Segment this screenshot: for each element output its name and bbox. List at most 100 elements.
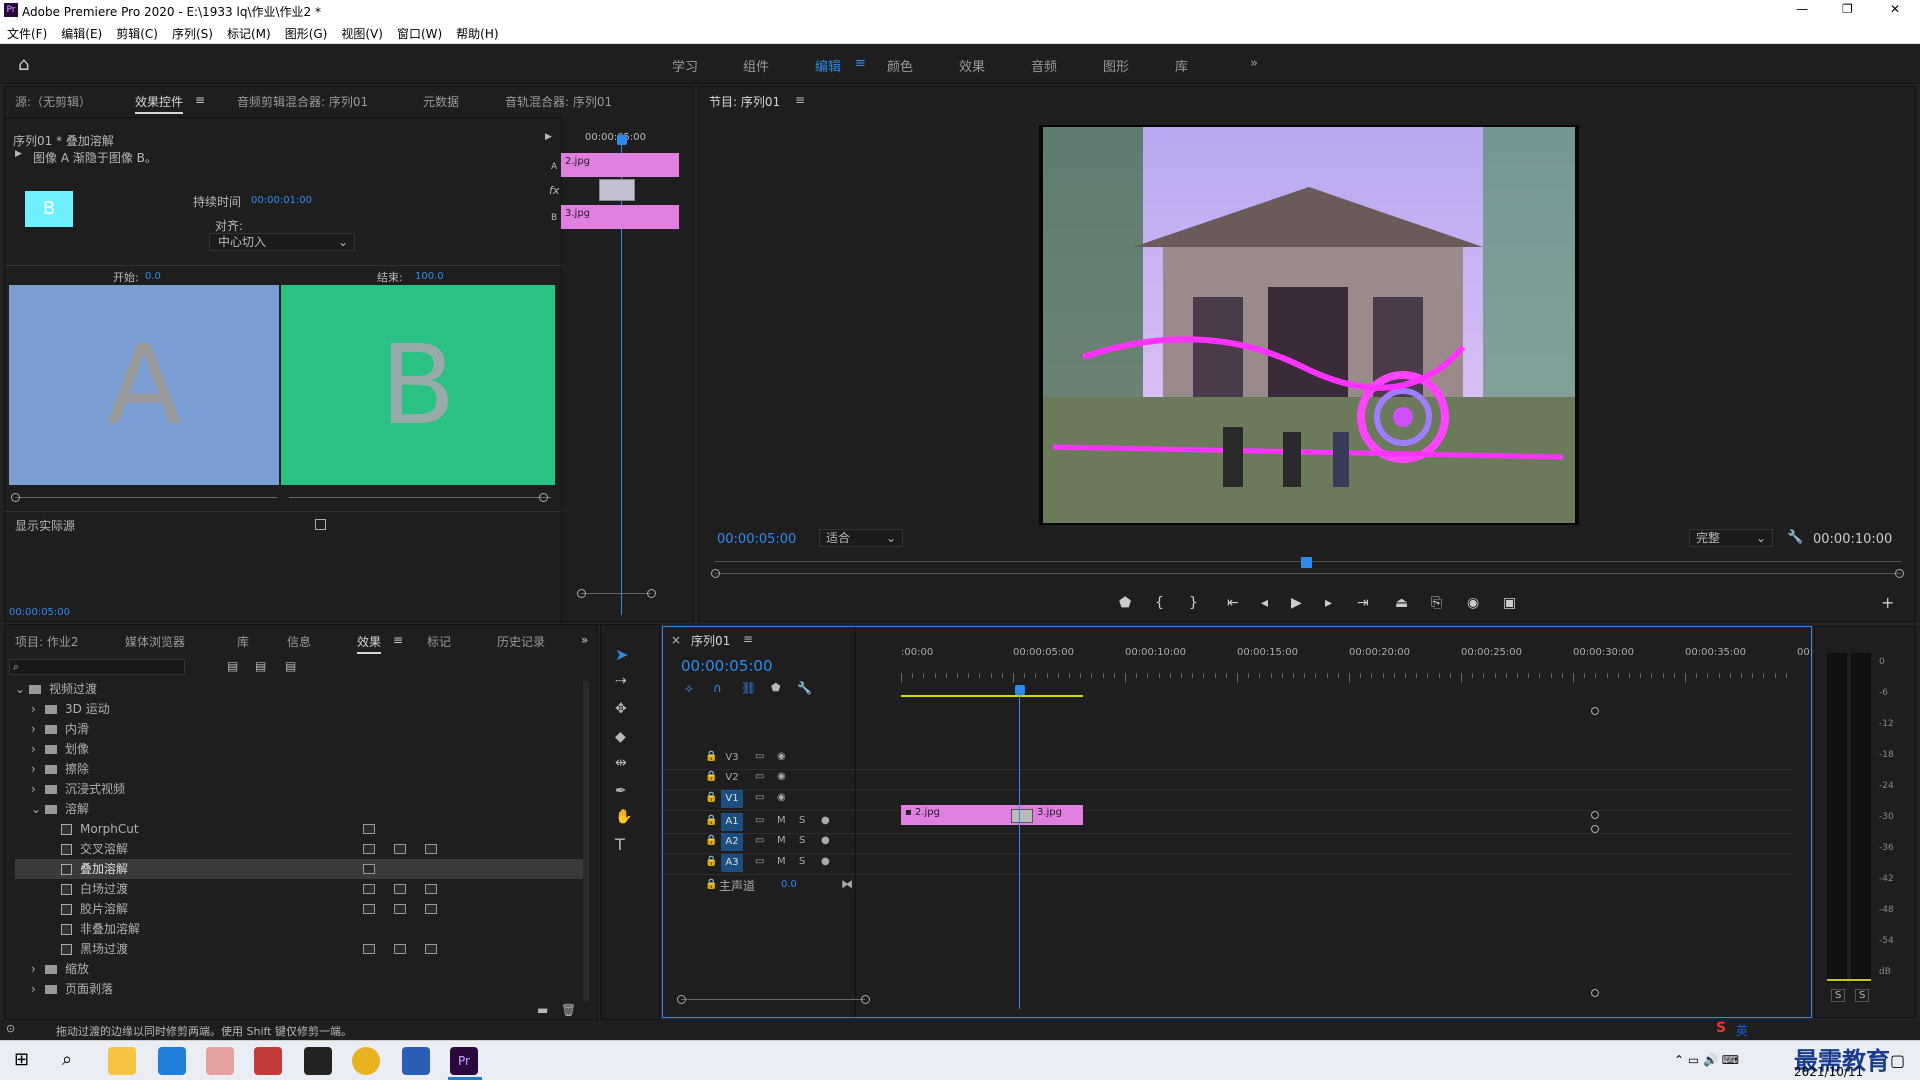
mute-button[interactable]: M [777,835,786,846]
terminal-icon[interactable] [304,1047,332,1075]
lock-track-icon[interactable]: 🔒 [705,792,717,803]
chevron-down-icon[interactable]: ⌄ [31,799,45,819]
work-area-bar[interactable] [901,695,1083,697]
sync-lock-icon[interactable]: ▭ [755,751,764,762]
new-bin-icon[interactable]: ▬ [537,1003,548,1017]
chevron-right-icon[interactable]: › [31,979,45,999]
ripple-edit-tool-icon[interactable]: ✥ [615,701,627,717]
workspace-assembly[interactable]: 组件 [743,56,769,75]
menu-clip[interactable]: 剪辑(C) [109,22,165,45]
comparison-view-icon[interactable]: ▣ [1503,595,1516,611]
chrome-icon[interactable] [352,1047,380,1075]
play-icon[interactable]: ▶ [1291,595,1302,611]
lock-track-icon[interactable]: 🔒 [705,856,717,867]
tab-effect-controls[interactable]: 效果控件 [135,93,184,114]
lock-track-icon[interactable]: 🔒 [705,835,717,846]
minimize-button[interactable]: — [1796,2,1808,16]
workspace-editing[interactable]: 编辑 [815,56,841,75]
lock-track-icon[interactable]: 🔒 [705,771,717,782]
extract-icon[interactable]: ⎘ [1431,595,1442,611]
effects-folder[interactable]: › 内滑 [15,719,585,739]
go-to-in-icon[interactable]: ⇤ [1227,595,1239,611]
tab-audio-clip-mixer[interactable]: 音频剪辑混合器: 序列01 [237,93,368,110]
menu-graphics[interactable]: 图形(G) [278,22,335,45]
start-slider-handle[interactable] [11,493,20,502]
program-timecode[interactable]: 00:00:05:00 [717,532,796,547]
workspace-menu-icon[interactable]: ≡ [855,56,866,71]
timeline-hscroll-right[interactable] [861,995,870,1004]
timeline-vscroll-bottom[interactable] [1591,989,1599,997]
trash-icon[interactable]: 🗑 [561,1003,576,1017]
menu-file[interactable]: 文件(F) [0,22,54,45]
more-workspaces-icon[interactable]: » [1250,56,1258,71]
tab-project[interactable]: 项目: 作业2 [15,633,79,650]
ec-zoom-handle-left[interactable] [577,589,586,598]
track-name-v1[interactable]: V1 [721,790,743,808]
file-explorer-icon[interactable] [108,1047,136,1075]
go-to-end-icon[interactable]: ⧓ [841,877,853,891]
menu-sequence[interactable]: 序列(S) [165,22,220,45]
sync-lock-icon[interactable]: ▭ [755,771,764,782]
tab-source[interactable]: 源:（无剪辑） [15,93,91,110]
end-value[interactable]: 100.0 [415,271,444,282]
voice-over-icon[interactable]: ● [821,856,830,867]
track-name-v2[interactable]: V2 [721,769,743,787]
timeline-playhead-handle[interactable] [1015,685,1025,695]
effects-item[interactable]: 黑场过渡 [15,939,585,959]
fit-dropdown[interactable]: 适合 ⌄ [819,529,903,547]
menu-help[interactable]: 帮助(H) [449,22,505,45]
chevron-right-icon[interactable]: › [31,959,45,979]
sync-lock-icon[interactable]: ▭ [755,792,764,803]
play-preview-icon[interactable]: ▶ [15,149,22,159]
effects-item[interactable]: 非叠加溶解 [15,919,585,939]
hand-tool-icon[interactable]: ✋ [615,809,632,825]
effects-menu-icon[interactable]: ≡ [393,633,403,647]
effects-folder[interactable]: ⌄ 视频过渡 [15,679,585,699]
ec-zoom-handle-right[interactable] [647,589,656,598]
end-slider[interactable] [289,497,551,498]
effects-folder[interactable]: › 划像 [15,739,585,759]
accelerated-effects-icon[interactable]: ▤ [227,659,238,673]
solo-button[interactable]: S [799,835,805,846]
sync-lock-icon[interactable]: ▭ [755,856,764,867]
selection-tool-icon[interactable]: ➤ [615,645,628,664]
tab-info[interactable]: 信息 [287,633,311,650]
tab-audio-track-mixer[interactable]: 音轨混合器: 序列01 [505,93,612,110]
start-slider[interactable] [15,497,277,498]
go-to-out-icon[interactable]: ⇥ [1357,595,1369,611]
mute-button[interactable]: M [777,856,786,867]
tab-menu-icon[interactable]: ≡ [195,93,205,107]
ec-transition-block[interactable] [599,179,635,201]
close-button[interactable]: ✕ [1890,2,1900,16]
snap-icon[interactable]: ∩ [713,681,722,695]
sync-lock-icon[interactable]: ▭ [755,815,764,826]
ime-logo-icon[interactable]: S [1716,1020,1726,1036]
tray-icons[interactable]: ⌃ ▭ 🔊 ⌨ [1674,1053,1739,1067]
slip-tool-icon[interactable]: ⇹ [615,755,627,771]
workspace-learn[interactable]: 学习 [672,56,698,75]
chevron-right-icon[interactable]: › [31,719,45,739]
menu-edit[interactable]: 编辑(E) [54,22,109,45]
wrench-icon[interactable]: 🔧 [1787,530,1803,545]
timeline-settings-icon[interactable]: 🔧 [797,681,812,695]
program-zoom-right[interactable] [1895,569,1904,578]
timeline-vscroll-top[interactable] [1591,707,1599,715]
timeline-hscroll[interactable] [681,999,865,1000]
ec-timecode[interactable]: 00:00:05:00 [9,607,70,618]
effects-folder[interactable]: › 沉浸式视频 [15,779,585,799]
windows-start-icon[interactable]: ⊞ [14,1049,29,1070]
timeline-vscroll-audio[interactable] [1591,825,1599,833]
track-name-v3[interactable]: V3 [721,749,743,767]
lock-track-icon[interactable]: 🔒 [705,815,717,826]
effects-folder[interactable]: › 缩放 [15,959,585,979]
chevron-right-icon[interactable]: › [31,759,45,779]
edge-icon[interactable] [158,1047,186,1075]
menu-window[interactable]: 窗口(W) [390,22,449,45]
effects-search-input[interactable]: ⌕ [9,659,185,675]
home-icon[interactable]: ⌂ [18,54,29,75]
track-name-a1[interactable]: A1 [721,813,743,831]
timeline-clip-2[interactable]: ▪ 2.jpg [901,805,1023,825]
app-icon[interactable] [254,1047,282,1075]
effects-item[interactable]: 交叉溶解 [15,839,585,859]
chevron-down-icon[interactable]: ⌄ [15,679,29,699]
